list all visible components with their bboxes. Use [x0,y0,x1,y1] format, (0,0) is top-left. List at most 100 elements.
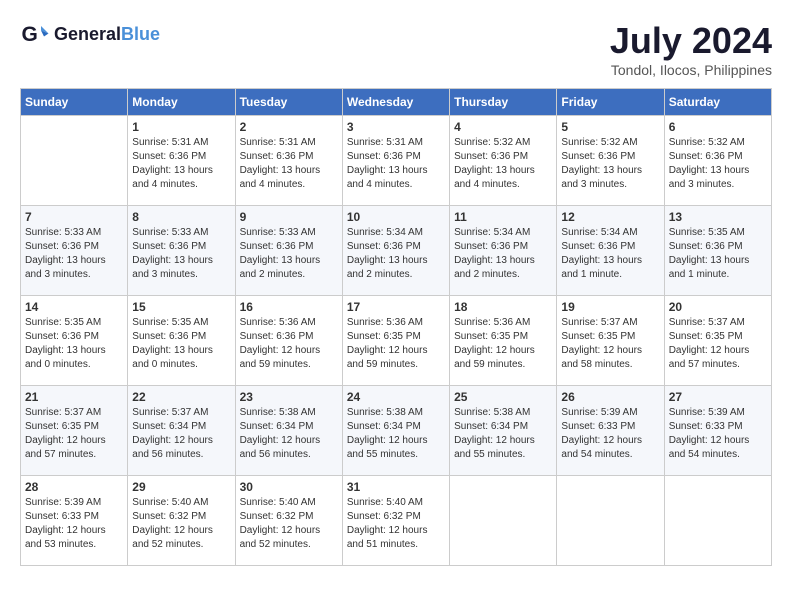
day-info: Sunrise: 5:37 AM Sunset: 6:35 PM Dayligh… [561,316,659,372]
day-number: 11 [454,210,552,224]
day-number: 14 [25,300,123,314]
day-number: 3 [347,120,445,134]
day-info: Sunrise: 5:37 AM Sunset: 6:34 PM Dayligh… [132,406,230,462]
day-cell: 19 Sunrise: 5:37 AM Sunset: 6:35 PM Dayli… [557,296,664,386]
day-info: Sunrise: 5:35 AM Sunset: 6:36 PM Dayligh… [669,226,767,282]
day-cell: 14 Sunrise: 5:35 AM Sunset: 6:36 PM Dayli… [21,296,128,386]
day-info: Sunrise: 5:36 AM Sunset: 6:35 PM Dayligh… [347,316,445,372]
day-cell: 21 Sunrise: 5:37 AM Sunset: 6:35 PM Dayli… [21,386,128,476]
day-cell: 16 Sunrise: 5:36 AM Sunset: 6:36 PM Dayli… [235,296,342,386]
day-cell: 15 Sunrise: 5:35 AM Sunset: 6:36 PM Dayli… [128,296,235,386]
day-number: 20 [669,300,767,314]
day-cell: 5 Sunrise: 5:32 AM Sunset: 6:36 PM Daylig… [557,116,664,206]
day-number: 30 [240,480,338,494]
day-cell: 24 Sunrise: 5:38 AM Sunset: 6:34 PM Dayli… [342,386,449,476]
week-row-1: 1 Sunrise: 5:31 AM Sunset: 6:36 PM Daylig… [21,116,772,206]
day-number: 9 [240,210,338,224]
location: Tondol, Ilocos, Philippines [610,62,772,78]
day-info: Sunrise: 5:39 AM Sunset: 6:33 PM Dayligh… [669,406,767,462]
svg-text:G: G [22,23,38,46]
day-number: 26 [561,390,659,404]
day-number: 22 [132,390,230,404]
page-header: G GeneralBlue July 2024 Tondol, Ilocos, … [20,20,772,78]
day-info: Sunrise: 5:38 AM Sunset: 6:34 PM Dayligh… [347,406,445,462]
day-number: 23 [240,390,338,404]
day-cell: 8 Sunrise: 5:33 AM Sunset: 6:36 PM Daylig… [128,206,235,296]
day-info: Sunrise: 5:36 AM Sunset: 6:36 PM Dayligh… [240,316,338,372]
day-info: Sunrise: 5:37 AM Sunset: 6:35 PM Dayligh… [669,316,767,372]
col-header-sunday: Sunday [21,89,128,116]
day-cell: 20 Sunrise: 5:37 AM Sunset: 6:35 PM Dayli… [664,296,771,386]
day-number: 25 [454,390,552,404]
col-header-tuesday: Tuesday [235,89,342,116]
day-info: Sunrise: 5:35 AM Sunset: 6:36 PM Dayligh… [25,316,123,372]
day-cell: 23Sunrise: 5:38 AM Sunset: 6:34 PM Dayli… [235,386,342,476]
day-number: 21 [25,390,123,404]
col-header-saturday: Saturday [664,89,771,116]
day-cell: 27 Sunrise: 5:39 AM Sunset: 6:33 PM Dayli… [664,386,771,476]
day-cell: 22 Sunrise: 5:37 AM Sunset: 6:34 PM Dayli… [128,386,235,476]
day-info: Sunrise: 5:37 AM Sunset: 6:35 PM Dayligh… [25,406,123,462]
day-info: Sunrise: 5:34 AM Sunset: 6:36 PM Dayligh… [561,226,659,282]
month-year: July 2024 [610,20,772,62]
day-info: Sunrise: 5:34 AM Sunset: 6:36 PM Dayligh… [454,226,552,282]
day-info: Sunrise: 5:35 AM Sunset: 6:36 PM Dayligh… [132,316,230,372]
day-cell: 12 Sunrise: 5:34 AM Sunset: 6:36 PM Dayli… [557,206,664,296]
day-info: Sunrise: 5:33 AM Sunset: 6:36 PM Dayligh… [240,226,338,282]
day-number: 5 [561,120,659,134]
day-cell: 11 Sunrise: 5:34 AM Sunset: 6:36 PM Dayli… [450,206,557,296]
calendar-table: SundayMondayTuesdayWednesdayThursdayFrid… [20,88,772,566]
day-info: Sunrise: 5:38 AM Sunset: 6:34 PM Dayligh… [454,406,552,462]
day-cell: 1Sunrise: 5:31 AM Sunset: 6:36 PM Daylig… [128,116,235,206]
day-number: 4 [454,120,552,134]
title-block: July 2024 Tondol, Ilocos, Philippines [610,20,772,78]
col-header-monday: Monday [128,89,235,116]
day-cell [664,476,771,566]
day-info: Sunrise: 5:39 AM Sunset: 6:33 PM Dayligh… [561,406,659,462]
day-cell: 25 Sunrise: 5:38 AM Sunset: 6:34 PM Dayli… [450,386,557,476]
day-info: Sunrise: 5:31 AM Sunset: 6:36 PM Dayligh… [240,136,338,192]
day-number: 24 [347,390,445,404]
day-cell: 29Sunrise: 5:40 AM Sunset: 6:32 PM Dayli… [128,476,235,566]
day-cell: 6 Sunrise: 5:32 AM Sunset: 6:36 PM Daylig… [664,116,771,206]
day-info: Sunrise: 5:32 AM Sunset: 6:36 PM Dayligh… [561,136,659,192]
day-number: 7 [25,210,123,224]
day-info: Sunrise: 5:34 AM Sunset: 6:36 PM Dayligh… [347,226,445,282]
day-number: 2 [240,120,338,134]
day-cell: 7 Sunrise: 5:33 AM Sunset: 6:36 PM Daylig… [21,206,128,296]
day-number: 19 [561,300,659,314]
week-row-2: 7 Sunrise: 5:33 AM Sunset: 6:36 PM Daylig… [21,206,772,296]
day-cell: 3 Sunrise: 5:31 AM Sunset: 6:36 PM Daylig… [342,116,449,206]
day-info: Sunrise: 5:32 AM Sunset: 6:36 PM Dayligh… [454,136,552,192]
day-number: 6 [669,120,767,134]
day-number: 12 [561,210,659,224]
day-number: 1 [132,120,230,134]
day-number: 16 [240,300,338,314]
day-info: Sunrise: 5:33 AM Sunset: 6:36 PM Dayligh… [132,226,230,282]
day-number: 29 [132,480,230,494]
day-cell: 2 Sunrise: 5:31 AM Sunset: 6:36 PM Daylig… [235,116,342,206]
day-number: 17 [347,300,445,314]
day-info: Sunrise: 5:36 AM Sunset: 6:35 PM Dayligh… [454,316,552,372]
day-number: 13 [669,210,767,224]
day-info: Sunrise: 5:31 AM Sunset: 6:36 PM Dayligh… [347,136,445,192]
day-number: 15 [132,300,230,314]
day-info: Sunrise: 5:32 AM Sunset: 6:36 PM Dayligh… [669,136,767,192]
day-cell [21,116,128,206]
day-number: 8 [132,210,230,224]
col-header-thursday: Thursday [450,89,557,116]
day-cell: 18 Sunrise: 5:36 AM Sunset: 6:35 PM Dayli… [450,296,557,386]
day-cell: 10Sunrise: 5:34 AM Sunset: 6:36 PM Dayli… [342,206,449,296]
day-number: 18 [454,300,552,314]
col-header-friday: Friday [557,89,664,116]
day-cell [450,476,557,566]
day-info: Sunrise: 5:33 AM Sunset: 6:36 PM Dayligh… [25,226,123,282]
day-cell: 30Sunrise: 5:40 AM Sunset: 6:32 PM Dayli… [235,476,342,566]
day-number: 27 [669,390,767,404]
day-cell: 31Sunrise: 5:40 AM Sunset: 6:32 PM Dayli… [342,476,449,566]
day-cell: 4 Sunrise: 5:32 AM Sunset: 6:36 PM Daylig… [450,116,557,206]
day-cell: 17 Sunrise: 5:36 AM Sunset: 6:35 PM Dayli… [342,296,449,386]
week-row-3: 14 Sunrise: 5:35 AM Sunset: 6:36 PM Dayli… [21,296,772,386]
calendar-header-row: SundayMondayTuesdayWednesdayThursdayFrid… [21,89,772,116]
day-cell: 13 Sunrise: 5:35 AM Sunset: 6:36 PM Dayli… [664,206,771,296]
